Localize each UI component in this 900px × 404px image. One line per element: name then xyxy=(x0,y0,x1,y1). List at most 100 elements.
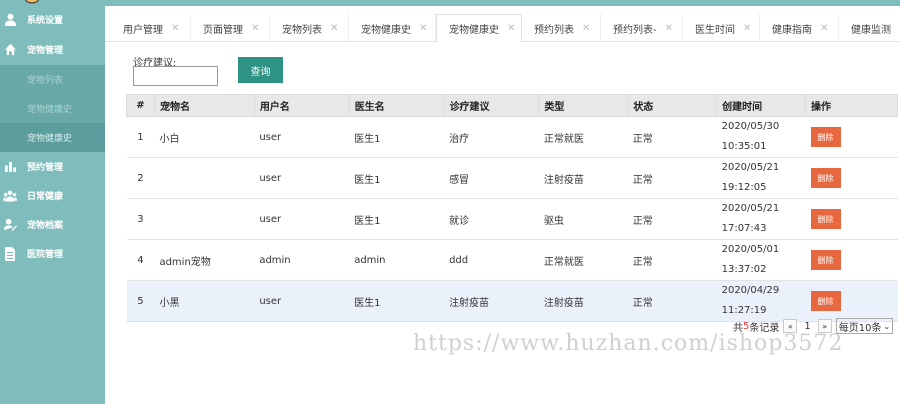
user-name-cell: user xyxy=(254,116,350,158)
doctor-name-cell: 医生1 xyxy=(349,157,445,199)
current-page[interactable]: 1 xyxy=(804,321,810,332)
created-time-cell: 2020/04/29 11:27:19 xyxy=(716,280,806,322)
tab-label: 医生时间 xyxy=(695,24,735,36)
sidebar-item-system-settings[interactable]: 系统设置 xyxy=(0,5,105,34)
created-time-cell: 2020/05/01 13:37:02 xyxy=(716,239,806,281)
sidebar-item-label: 日常健康 xyxy=(27,192,64,202)
tab-label: 健康指南 xyxy=(772,24,812,36)
table-row: 5 小黑 user 医生1 注射疫苗 注射疫苗 正常 2020/04/29 11:… xyxy=(126,280,898,322)
advice-cell: 治疗 xyxy=(444,116,539,158)
column-header: 宠物名 xyxy=(153,94,255,117)
delete-button[interactable]: 删除 xyxy=(810,250,841,270)
tab-user-management[interactable]: 用户管理 ✕ xyxy=(111,14,191,42)
tab-label: 用户管理 xyxy=(123,24,163,36)
sidebar-subitem-label: 宠物健康史 xyxy=(27,105,73,115)
sidebar-item-daily-health[interactable]: 日常健康 xyxy=(0,181,105,210)
status-cell: 正常 xyxy=(627,239,717,281)
sidebar-item-hospital-management[interactable]: 医院管理 xyxy=(0,239,105,268)
tab-pet-list[interactable]: 宠物列表 ✕ xyxy=(270,14,349,42)
sidebar-item-label: 宠物档案 xyxy=(27,221,64,231)
watermark: https://www.huzhan.com/ishop3572 xyxy=(413,331,844,356)
page-size-select[interactable]: 每页10条 ⌄ xyxy=(835,318,894,334)
column-header: 用户名 xyxy=(253,94,350,117)
advice-search-input[interactable] xyxy=(133,66,218,86)
tab-label: 预约列表- xyxy=(613,24,657,36)
tab-pet-health-history[interactable]: 宠物健康史 ✕ xyxy=(349,14,436,42)
advice-cell: ddd xyxy=(444,239,539,281)
home-icon xyxy=(3,43,17,57)
status-cell: 正常 xyxy=(627,198,717,240)
action-cell: 删除 xyxy=(805,198,898,240)
group-icon xyxy=(3,189,17,203)
column-header: 医生名 xyxy=(348,94,445,117)
delete-button[interactable]: 删除 xyxy=(810,127,841,147)
table-row: 4 admin宠物 admin admin ddd 正常就医 正常 2020/0… xyxy=(126,239,898,281)
tab-label: 预约列表 xyxy=(534,24,574,36)
delete-button[interactable]: 删除 xyxy=(810,168,841,188)
tab-page-management[interactable]: 页面管理 ✕ xyxy=(191,14,270,42)
pet-name-cell xyxy=(154,157,255,199)
row-number: 2 xyxy=(126,157,155,199)
tab-appointment-list-2[interactable]: 预约列表- ✕ xyxy=(601,14,683,42)
sidebar-subitem-pet-health-history[interactable]: 宠物健康史 xyxy=(0,94,105,123)
tab-health-guide[interactable]: 健康指南 ✕ xyxy=(760,14,839,42)
type-cell: 正常就医 xyxy=(538,239,628,281)
tab-label: 宠物健康史 xyxy=(449,25,499,36)
tab-pet-health-history-active[interactable]: 宠物健康史 ✕ xyxy=(436,14,522,43)
delete-button[interactable]: 删除 xyxy=(810,291,841,311)
close-icon[interactable]: ✕ xyxy=(171,23,179,34)
bar-chart-icon xyxy=(3,160,17,174)
created-time-cell: 2020/05/30 10:35:01 xyxy=(716,116,806,158)
action-cell: 删除 xyxy=(805,280,898,322)
sidebar-item-label: 系统设置 xyxy=(27,16,64,26)
close-icon[interactable]: ✕ xyxy=(665,23,673,34)
tab-doctor-time[interactable]: 医生时间 ✕ xyxy=(683,14,760,42)
sidebar-item-label: 预约管理 xyxy=(27,163,64,173)
action-cell: 删除 xyxy=(805,239,898,281)
sidebar-item-pet-management[interactable]: 宠物管理 xyxy=(0,35,105,64)
close-icon[interactable]: ✕ xyxy=(419,23,427,34)
user-name-cell: user xyxy=(254,280,350,322)
tab-health-monitoring[interactable]: 健康监测 xyxy=(839,14,900,42)
advice-cell: 注射疫苗 xyxy=(444,280,539,322)
created-date: 2020/04/29 xyxy=(721,285,780,296)
sidebar-item-label: 医院管理 xyxy=(27,250,64,260)
close-icon[interactable]: ✕ xyxy=(507,23,515,34)
table-row: 3 user 医生1 就诊 驱虫 正常 2020/05/21 17:07:43 删… xyxy=(126,198,898,240)
action-cell: 删除 xyxy=(805,116,898,158)
type-cell: 注射疫苗 xyxy=(538,157,628,199)
sidebar-subitem-pet-list[interactable]: 宠物列表 xyxy=(0,65,105,94)
document-icon xyxy=(3,246,17,261)
close-icon[interactable]: ✕ xyxy=(330,23,338,34)
user-icon xyxy=(3,13,17,27)
chevron-down-icon: ⌄ xyxy=(883,321,891,331)
sidebar-subitem-label: 宠物列表 xyxy=(27,76,64,86)
row-number: 4 xyxy=(126,239,155,281)
records-table: # 宠物名 用户名 医生名 诊疗建议 类型 状态 创建时间 操作 1 小白 us… xyxy=(126,94,898,322)
doctor-name-cell: 医生1 xyxy=(349,198,445,240)
close-icon[interactable]: ✕ xyxy=(582,23,590,34)
tab-appointment-list[interactable]: 预约列表 ✕ xyxy=(522,14,601,42)
created-clock: 17:07:43 xyxy=(721,223,767,234)
doctor-name-cell: 医生1 xyxy=(349,280,445,322)
status-cell: 正常 xyxy=(627,280,717,322)
close-icon[interactable]: ✕ xyxy=(743,23,751,34)
sidebar-subitem-pet-health-history-active[interactable]: 宠物健康史 xyxy=(0,123,105,152)
delete-button[interactable]: 删除 xyxy=(810,209,841,229)
status-cell: 正常 xyxy=(627,116,717,158)
sidebar-item-appointment-management[interactable]: 预约管理 xyxy=(0,152,105,181)
query-button[interactable]: 查询 xyxy=(238,57,283,83)
doctor-name-cell: 医生1 xyxy=(349,116,445,158)
edit-icon xyxy=(3,218,17,232)
created-date: 2020/05/30 xyxy=(721,121,780,132)
advice-cell: 就诊 xyxy=(444,198,539,240)
close-icon[interactable]: ✕ xyxy=(820,23,828,34)
column-header: 操作 xyxy=(805,94,898,117)
close-icon[interactable]: ✕ xyxy=(251,23,259,34)
page-size-value: 每页10条 xyxy=(838,322,882,334)
user-name-cell: user xyxy=(254,157,350,199)
top-bar xyxy=(105,0,900,6)
tab-label: 宠物列表 xyxy=(282,24,322,36)
action-cell: 删除 xyxy=(805,157,898,199)
sidebar-item-pet-records[interactable]: 宠物档案 xyxy=(0,210,105,239)
